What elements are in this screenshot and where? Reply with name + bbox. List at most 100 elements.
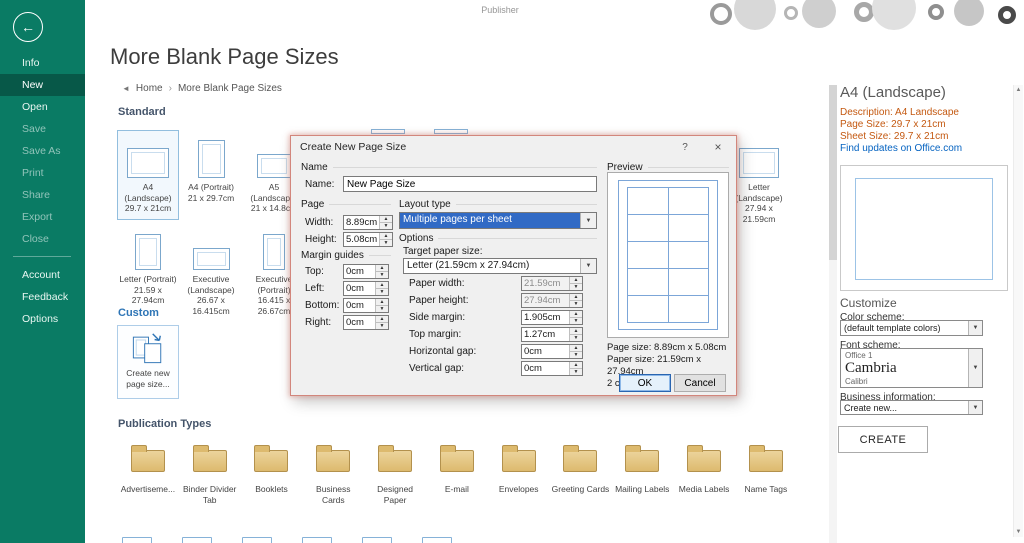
option-spinner[interactable]: 27.94cm ▲ ▼ bbox=[521, 293, 583, 308]
spin-down-icon[interactable]: ▼ bbox=[570, 351, 582, 358]
back-arrow-icon: ← bbox=[21, 19, 35, 35]
spinner-value: 1.27cm bbox=[522, 328, 569, 341]
sidebar-item[interactable]: Share bbox=[0, 184, 85, 206]
sidebar-item[interactable]: Options bbox=[0, 308, 85, 330]
publication-type-item[interactable]: Booklets bbox=[241, 438, 303, 506]
option-spinner[interactable]: 1.27cm ▲ ▼ bbox=[521, 327, 583, 342]
name-input[interactable] bbox=[343, 176, 597, 192]
page-size-name: A4 (Portrait) bbox=[188, 182, 234, 193]
spin-down-icon[interactable]: ▼ bbox=[376, 288, 388, 295]
margin-field-row: Right: 0cm ▲ ▼ bbox=[305, 314, 389, 331]
spin-down-icon[interactable]: ▼ bbox=[376, 322, 388, 329]
folder-icon-area bbox=[563, 438, 597, 472]
group-layout-type: Layout type bbox=[399, 199, 597, 210]
height-spinner[interactable]: 5.08cm ▲ ▼ bbox=[343, 232, 393, 247]
office-updates-link[interactable]: Find updates on Office.com bbox=[840, 143, 962, 154]
page-thumbnail-area bbox=[135, 226, 161, 270]
option-spinner[interactable]: 0cm ▲ ▼ bbox=[521, 361, 583, 376]
back-button[interactable]: ← bbox=[13, 12, 43, 42]
template-preview-page bbox=[855, 178, 993, 280]
scroll-up-icon[interactable]: ▲ bbox=[1014, 87, 1023, 93]
sidebar-item-label: Account bbox=[22, 269, 60, 281]
create-new-page-size-item[interactable]: Create new page size... bbox=[117, 325, 179, 399]
margin-spinner[interactable]: 0cm ▲ ▼ bbox=[343, 264, 389, 279]
publication-type-item[interactable]: Name Tags bbox=[735, 438, 797, 506]
main-scrollbar[interactable] bbox=[829, 85, 837, 543]
width-field-row: Width: 8.89cm ▲ ▼ bbox=[305, 214, 393, 231]
page-size-item-letter-portrait[interactable]: Letter (Portrait) 21.59 x 27.94cm bbox=[117, 222, 179, 312]
publication-type-item[interactable]: Envelopes bbox=[488, 438, 550, 506]
spinner-buttons: ▲ ▼ bbox=[569, 345, 582, 358]
new-page-icon bbox=[131, 330, 165, 366]
option-spinner[interactable]: 21.59cm ▲ ▼ bbox=[521, 276, 583, 291]
publication-type-item[interactable]: E-mail bbox=[426, 438, 488, 506]
publication-type-item[interactable]: Business Cards bbox=[302, 438, 364, 506]
scrollbar-thumb[interactable] bbox=[829, 85, 837, 260]
page-size-item-a4-portrait[interactable]: A4 (Portrait) 21 x 29.7cm bbox=[180, 130, 242, 209]
cancel-button[interactable]: Cancel bbox=[674, 374, 726, 392]
color-scheme-select[interactable]: (default template colors) ▼ bbox=[840, 320, 983, 336]
spin-down-icon[interactable]: ▼ bbox=[570, 283, 582, 290]
width-spinner[interactable]: 8.89cm ▲ ▼ bbox=[343, 215, 393, 230]
spin-down-icon[interactable]: ▼ bbox=[570, 334, 582, 341]
publication-type-item[interactable]: Greeting Cards bbox=[550, 438, 612, 506]
margin-spinner[interactable]: 0cm ▲ ▼ bbox=[343, 281, 389, 296]
font-scheme-select[interactable]: Office 1 Cambria Calibri ▼ bbox=[840, 348, 983, 388]
page-size-item-executive-landscape[interactable]: Executive (Landscape) 26.67 x 16.415cm bbox=[180, 222, 242, 323]
spin-down-icon[interactable]: ▼ bbox=[380, 239, 392, 246]
layout-type-select[interactable]: Multiple pages per sheet ▼ bbox=[399, 212, 597, 229]
scroll-down-icon[interactable]: ▼ bbox=[1014, 529, 1023, 535]
margin-field-label: Right: bbox=[305, 317, 343, 328]
option-spinner[interactable]: 0cm ▲ ▼ bbox=[521, 344, 583, 359]
breadcrumb-current: More Blank Page Sizes bbox=[178, 83, 282, 94]
folder-icon bbox=[625, 450, 659, 472]
sidebar-item[interactable]: Feedback bbox=[0, 286, 85, 308]
preview-box bbox=[607, 172, 729, 338]
sidebar-item-label: Open bbox=[22, 101, 48, 113]
option-spinner[interactable]: 1.905cm ▲ ▼ bbox=[521, 310, 583, 325]
sidebar-item[interactable]: Export bbox=[0, 206, 85, 228]
publication-type-item[interactable]: Mailing Labels bbox=[611, 438, 673, 506]
page-thumbnail-area bbox=[193, 226, 230, 270]
sidebar-item[interactable]: Save As bbox=[0, 140, 85, 162]
target-paper-size-select[interactable]: Letter (21.59cm x 27.94cm) ▼ bbox=[403, 258, 597, 274]
dialog-title-bar[interactable]: Create New Page Size ? × bbox=[291, 136, 736, 158]
breadcrumb-back-icon[interactable]: ◄ bbox=[122, 84, 130, 93]
margin-spinner[interactable]: 0cm ▲ ▼ bbox=[343, 298, 389, 313]
help-button[interactable]: ? bbox=[670, 137, 700, 158]
sidebar-item[interactable]: Save bbox=[0, 118, 85, 140]
sidebar-footer-nav: Account Feedback Options bbox=[0, 264, 85, 330]
template-page-size: Page Size: 29.7 x 21cm bbox=[840, 119, 946, 130]
option-field-label: Top margin: bbox=[409, 329, 521, 340]
panel-scrollbar[interactable]: ▲ ▼ bbox=[1013, 85, 1023, 537]
sidebar-item[interactable]: Info bbox=[0, 52, 85, 74]
sidebar-item[interactable]: New bbox=[0, 74, 85, 96]
ok-button[interactable]: OK bbox=[619, 374, 671, 392]
option-field-row: Top margin: 1.27cm ▲ ▼ bbox=[409, 326, 583, 343]
breadcrumb-home[interactable]: Home bbox=[136, 83, 163, 94]
sidebar-item[interactable]: Print bbox=[0, 162, 85, 184]
template-description: Description: A4 Landscape bbox=[840, 107, 959, 118]
close-button[interactable]: × bbox=[700, 137, 736, 158]
spin-down-icon[interactable]: ▼ bbox=[380, 222, 392, 229]
page-size-item-letter-landscape[interactable]: Letter (Landscape) 27.94 x 21.59cm bbox=[728, 130, 790, 231]
sidebar-item[interactable]: Close bbox=[0, 228, 85, 250]
sidebar-item[interactable]: Open bbox=[0, 96, 85, 118]
create-button[interactable]: CREATE bbox=[838, 426, 928, 453]
publication-type-item[interactable]: Advertiseme... bbox=[117, 438, 179, 506]
margin-spinner[interactable]: 0cm ▲ ▼ bbox=[343, 315, 389, 330]
dialog-title: Create New Page Size bbox=[291, 141, 670, 153]
spin-down-icon[interactable]: ▼ bbox=[376, 271, 388, 278]
sidebar-item[interactable]: Account bbox=[0, 264, 85, 286]
spin-down-icon[interactable]: ▼ bbox=[570, 368, 582, 375]
spin-down-icon[interactable]: ▼ bbox=[570, 317, 582, 324]
target-paper-size-label: Target paper size: bbox=[403, 246, 483, 257]
spin-down-icon[interactable]: ▼ bbox=[570, 300, 582, 307]
business-information-select[interactable]: Create new... ▼ bbox=[840, 400, 983, 415]
publication-type-item[interactable]: Designed Paper bbox=[364, 438, 426, 506]
publication-type-item[interactable]: Binder Divider Tab bbox=[179, 438, 241, 506]
publication-type-item[interactable]: Media Labels bbox=[673, 438, 735, 506]
sidebar-item-label: Export bbox=[22, 211, 52, 223]
spin-down-icon[interactable]: ▼ bbox=[376, 305, 388, 312]
page-size-item-a4-landscape[interactable]: A4 (Landscape) 29.7 x 21cm bbox=[117, 130, 179, 220]
